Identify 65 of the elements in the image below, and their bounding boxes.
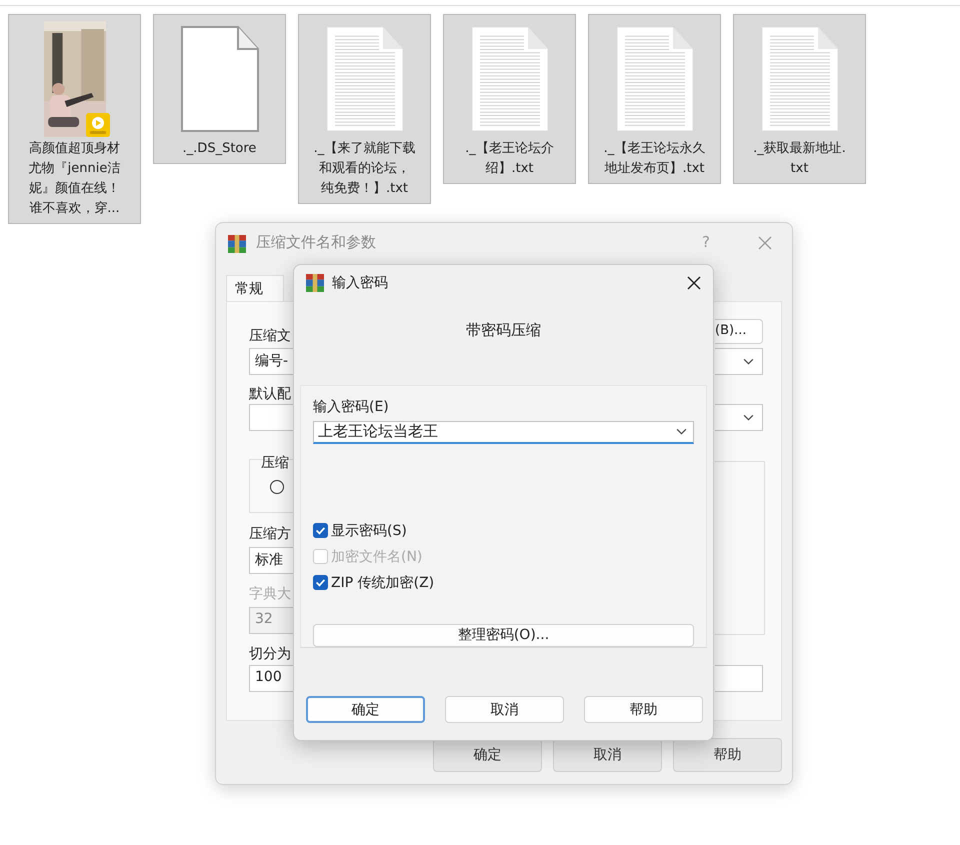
text-file-icon	[470, 25, 550, 133]
dialog-heading: 带密码压缩	[466, 321, 541, 340]
dropdown-field[interactable]	[249, 404, 294, 431]
checkbox[interactable]	[313, 575, 328, 590]
file-name: 绍】.txt	[485, 160, 534, 178]
file-tile[interactable]: ._【老王论坛永久 地址发布页】.txt	[588, 14, 721, 184]
input-field[interactable]: 100	[249, 665, 294, 692]
file-name: ._【老王论坛介	[465, 140, 554, 158]
file-tile[interactable]: ._获取最新地址. txt	[733, 14, 866, 184]
dialog-button[interactable]: 取消	[445, 696, 564, 723]
chevron-down-icon	[676, 428, 687, 436]
file-name: 尤物『jennie洁	[28, 160, 120, 178]
checkbox-label[interactable]: ZIP 传统加密(Z)	[331, 574, 434, 592]
archive-app-icon	[228, 235, 246, 253]
field-label: 输入密码(E)	[313, 398, 390, 416]
file-name: ._.DS_Store	[182, 140, 256, 158]
file-name: 妮』颜值在线！	[29, 180, 120, 198]
checkbox-label[interactable]: 显示密码(S)	[331, 522, 407, 540]
dropdown-field[interactable]	[715, 348, 763, 375]
browse-button[interactable]: (B)...	[715, 319, 763, 344]
window-title: 输入密码	[332, 274, 389, 292]
chevron-down-icon	[743, 358, 754, 365]
file-name: 高颜值超顶身材	[29, 140, 120, 158]
field-label: 切分为	[249, 645, 291, 663]
dialog-button[interactable]: 取消	[553, 738, 662, 772]
file-name: 地址发布页】.txt	[604, 160, 705, 178]
dialog-button[interactable]: 确定	[433, 738, 542, 772]
dialog-button[interactable]: 帮助	[673, 738, 782, 772]
dropdown-field[interactable]: 标准	[249, 547, 294, 574]
input-field[interactable]	[715, 665, 763, 692]
field-label: 字典大	[249, 585, 291, 603]
dialog-button[interactable]: 确定	[306, 696, 425, 723]
field-label: 压缩文	[249, 327, 291, 345]
text-file-icon	[614, 25, 694, 133]
password-field[interactable]: 上老王论坛当老王	[313, 421, 694, 444]
chevron-down-icon	[743, 414, 754, 421]
close-icon[interactable]	[687, 276, 701, 290]
organize-passwords-button[interactable]: 整理密码(O)...	[313, 624, 694, 647]
file-name: 纯免费！】.txt	[320, 180, 408, 198]
blank-file-icon	[180, 25, 260, 133]
file-name: 和观看的论坛，	[319, 160, 410, 178]
file-tile[interactable]: ._【来了就能下载 和观看的论坛， 纯免费！】.txt	[298, 14, 431, 204]
password-text: 上老王论坛当老王	[318, 422, 438, 442]
window-title: 压缩文件名和参数	[256, 233, 376, 252]
file-tile[interactable]: ._【老王论坛介 绍】.txt	[443, 14, 576, 184]
file-name: ._获取最新地址.	[753, 140, 846, 158]
input-field[interactable]: 编号-	[249, 348, 294, 375]
file-name: 谁不喜欢，穿...	[29, 200, 120, 218]
file-name: txt	[790, 160, 808, 178]
tab[interactable]: 常规	[226, 275, 284, 302]
group-label: 压缩	[261, 454, 289, 472]
archive-app-icon	[306, 274, 324, 292]
file-name: ._【来了就能下载	[314, 140, 416, 158]
field-label: 压缩方	[249, 525, 291, 543]
play-badge-icon	[86, 113, 110, 137]
field-label: 默认配	[249, 385, 291, 403]
checkbox[interactable]	[313, 523, 328, 538]
dropdown-field[interactable]	[715, 404, 763, 431]
file-name: ._【老王论坛永久	[604, 140, 706, 158]
text-file-icon	[324, 25, 404, 133]
file-tile[interactable]: ._.DS_Store	[153, 14, 286, 164]
text-file-icon	[760, 25, 840, 133]
dialog-button[interactable]: 帮助	[584, 696, 703, 723]
radio-button[interactable]	[270, 480, 284, 494]
file-tile[interactable]: 高颜值超顶身材 尤物『jennie洁 妮』颜值在线！ 谁不喜欢，穿...	[8, 14, 141, 224]
